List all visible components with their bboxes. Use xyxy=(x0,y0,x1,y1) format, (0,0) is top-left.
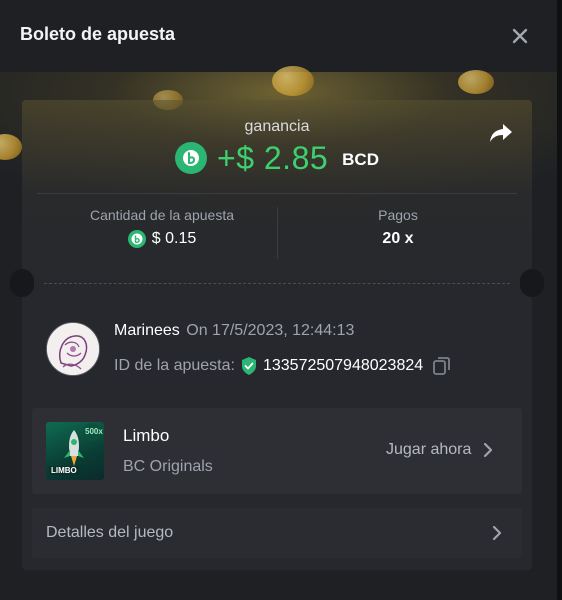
ticket-dashed-separator xyxy=(44,283,510,284)
coin-decoration xyxy=(272,66,314,96)
divider xyxy=(37,193,517,194)
game-provider: BC Originals xyxy=(123,458,213,475)
payout-label: Pagos xyxy=(378,207,418,223)
username[interactable]: Marinees xyxy=(114,322,180,339)
coin-decoration xyxy=(0,134,22,160)
ticket-notch-left xyxy=(10,269,34,297)
bet-id-line: ID de la apuesta: 133572507948023824 xyxy=(114,355,453,377)
shield-check-icon xyxy=(241,357,256,375)
profit-row: +$ 2.85 BCD xyxy=(22,140,532,176)
chevron-right-icon xyxy=(484,442,493,458)
bet-id-value: 133572507948023824 xyxy=(262,357,424,374)
bet-amount-value: $ 0.15 xyxy=(151,230,197,247)
modal-header: Boleto de apuesta xyxy=(0,0,557,72)
thumb-badge: 500x xyxy=(85,427,103,436)
profit-label: ganancia xyxy=(244,118,310,135)
game-name: Limbo xyxy=(123,426,170,445)
share-icon[interactable] xyxy=(488,122,514,144)
bcd-coin-icon xyxy=(127,230,146,248)
play-now-button[interactable]: Jugar ahora xyxy=(386,441,493,459)
game-details-label: Detalles del juego xyxy=(46,524,174,541)
bet-amount-label: Cantidad de la apuesta xyxy=(90,207,234,223)
game-card[interactable]: 500x LIMBO Limbo BC Originals Jugar ahor… xyxy=(32,408,522,494)
avatar[interactable] xyxy=(46,322,100,376)
modal-title: Boleto de apuesta xyxy=(20,24,176,44)
bet-amount-stat: Cantidad de la apuesta $ 0.15 xyxy=(62,207,262,248)
background-edge xyxy=(557,0,562,600)
payout-stat: Pagos 20 x xyxy=(318,207,478,248)
user-line: Marinees On 17/5/2023, 12:44:13 xyxy=(114,322,354,340)
profit-currency: BCD xyxy=(342,150,379,169)
coin-decoration xyxy=(458,70,494,94)
copy-icon[interactable] xyxy=(431,355,453,377)
play-now-label: Jugar ahora xyxy=(386,441,472,458)
bcd-coin-icon xyxy=(175,142,207,174)
bet-date: On 17/5/2023, 12:44:13 xyxy=(186,322,355,339)
bet-amount-value-row: $ 0.15 xyxy=(62,230,262,248)
bet-id-label: ID de la apuesta: xyxy=(114,357,235,374)
vertical-divider xyxy=(277,207,278,259)
limbo-thumbnail: 500x LIMBO xyxy=(46,422,104,480)
profit-amount: +$ 2.85 xyxy=(217,139,329,176)
chevron-right-icon xyxy=(492,525,502,541)
close-icon[interactable] xyxy=(506,22,534,50)
thumb-text: LIMBO xyxy=(49,466,79,475)
bet-ticket: ganancia +$ 2.85 BCD Cantidad de la apue… xyxy=(10,100,544,570)
game-details-button[interactable]: Detalles del juego xyxy=(32,508,522,558)
ticket-notch-right xyxy=(520,269,544,297)
payout-value: 20 x xyxy=(382,230,414,247)
bet-slip-modal: Boleto de apuesta ganancia +$ 2.85 BCD C… xyxy=(0,0,557,600)
